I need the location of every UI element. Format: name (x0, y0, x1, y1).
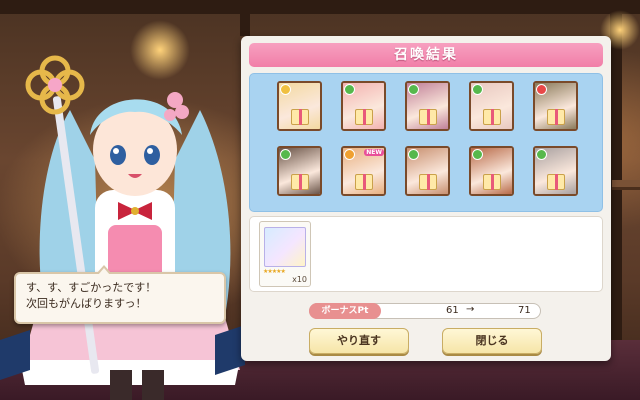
attribute-icon (536, 84, 547, 95)
character-card[interactable] (533, 146, 578, 196)
item-card[interactable]: ★★★★★ x10 (259, 221, 311, 287)
character-card[interactable] (405, 146, 450, 196)
gift-box-icon (419, 174, 437, 190)
attribute-icon (408, 149, 419, 160)
attribute-icon (472, 149, 483, 160)
gift-box-icon (291, 109, 309, 125)
bonus-points-label: ボーナスPt (309, 303, 381, 319)
attribute-icon (472, 84, 483, 95)
bonus-points-before: 61 (446, 305, 459, 316)
attribute-icon (344, 149, 355, 160)
dialogue-line-2: 次回もがんばりますっ！ (26, 297, 147, 310)
new-badge: NEW (364, 149, 384, 156)
gift-box-icon (419, 109, 437, 125)
character-card[interactable] (469, 146, 514, 196)
item-result-box: ★★★★★ x10 (249, 216, 603, 292)
dialogue-box: す、す、すごかったです！ 次回もがんばりますっ！ (14, 265, 226, 324)
gift-box-icon (547, 109, 565, 125)
panel-title: 召喚結果 (249, 43, 603, 67)
character-card[interactable] (469, 81, 514, 131)
attribute-icon (536, 149, 547, 160)
crystal-item-icon (264, 227, 306, 267)
gift-box-icon (355, 174, 373, 190)
bonus-points-row: ボーナスPt 61 → 71 (309, 303, 541, 319)
character-card[interactable]: NEW (341, 146, 386, 196)
character-result-grid: NEW (249, 73, 603, 212)
character-card[interactable] (405, 81, 450, 131)
close-button[interactable]: 閉じる (442, 328, 542, 354)
gift-box-icon (355, 109, 373, 125)
summon-result-panel: 召喚結果 NEW ★★★★★ x10 ボーナスPt 61 → 71 やり直す 閉… (241, 36, 611, 361)
dialogue-line-1: す、す、すごかったです！ (26, 281, 157, 294)
attribute-icon (280, 149, 291, 160)
attribute-icon (344, 84, 355, 95)
item-count: x10 (292, 275, 307, 284)
bonus-points-after: 71 (518, 305, 531, 316)
character-card[interactable] (277, 81, 322, 131)
character-card[interactable] (277, 146, 322, 196)
attribute-icon (408, 84, 419, 95)
character-illustration (0, 55, 245, 400)
gift-box-icon (291, 174, 309, 190)
gift-box-icon (483, 109, 501, 125)
character-card[interactable] (533, 81, 578, 131)
attribute-icon (280, 84, 291, 95)
character-card[interactable] (341, 81, 386, 131)
gift-box-icon (483, 174, 501, 190)
gift-box-icon (547, 174, 565, 190)
arrow-icon: → (466, 304, 475, 315)
item-rarity-stars: ★★★★★ (263, 268, 286, 275)
retry-button[interactable]: やり直す (309, 328, 409, 354)
